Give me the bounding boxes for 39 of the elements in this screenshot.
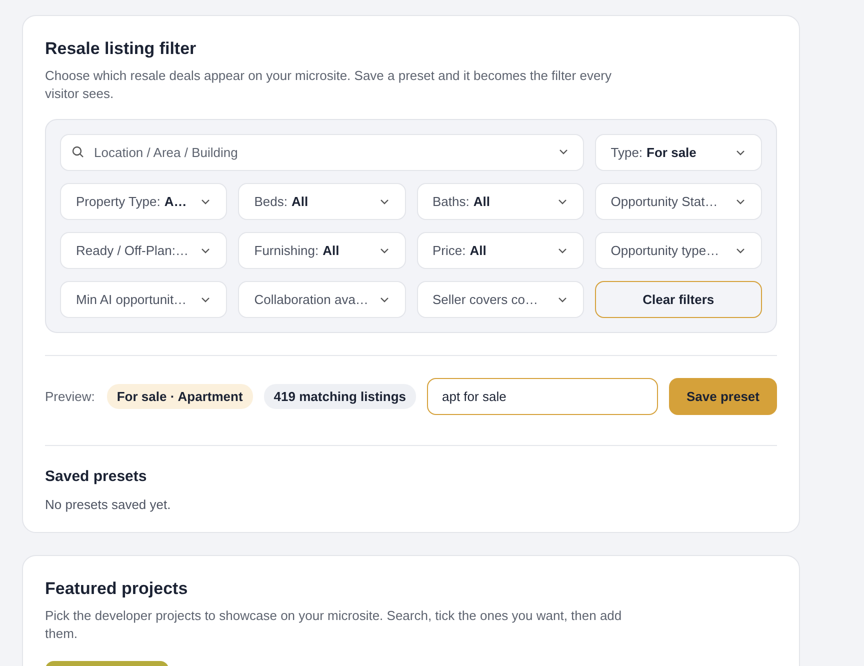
filter-dropdown[interactable]: Property Type: A… — [60, 183, 228, 220]
filter-dropdown[interactable]: Ready / Off-Plan:… — [60, 232, 228, 269]
chevron-down-icon — [558, 149, 568, 155]
filter-dropdown[interactable]: Furnishing: All — [238, 232, 406, 269]
section-title: Resale listing filter — [45, 39, 198, 59]
filter-dropdown[interactable]: Type: For sale — [594, 134, 762, 171]
chevron-down-icon — [201, 296, 210, 302]
chevron-down-icon — [736, 248, 745, 254]
filter-dropdown[interactable]: Baths: All — [416, 183, 584, 220]
empty-state-text: No presets saved yet. — [45, 497, 172, 512]
chevron-down-icon — [201, 248, 210, 254]
filter-dropdown[interactable]: Opportunity Stat… — [594, 183, 762, 220]
preview-chip: For sale · Apartment — [106, 384, 253, 409]
filter-dropdown[interactable]: Beds: All — [238, 183, 406, 220]
preview-chip: 419 matching listings — [264, 384, 416, 409]
chevron-down-icon — [380, 296, 388, 302]
chevron-down-icon — [380, 248, 388, 254]
preset-name-input[interactable]: apt for sale — [427, 378, 658, 415]
chevron-down-icon — [558, 296, 567, 302]
chevron-down-icon — [201, 198, 210, 204]
chevron-down-icon — [558, 248, 567, 254]
clear-filters-button[interactable]: Clear filters — [594, 281, 762, 318]
chevron-down-icon — [558, 198, 567, 204]
chevron-down-icon — [380, 198, 388, 204]
filter-dropdown[interactable]: Opportunity type… — [594, 232, 762, 269]
saved-presets-title: Saved presets — [45, 468, 148, 485]
chevron-down-icon — [736, 198, 745, 204]
search-field[interactable]: Location / Area / Building — [60, 134, 584, 171]
filter-dropdown[interactable]: Collaboration ava… — [238, 281, 406, 318]
section-title: Featured projects — [45, 579, 189, 599]
filter-dropdown[interactable]: Price: All — [416, 232, 584, 269]
section-description: Pick the developer projects to showcase on your microsite. Search, tick the ones you want, then add them. — [45, 607, 623, 643]
chevron-down-icon — [736, 150, 745, 156]
filter-dropdown[interactable]: Min AI opportunit… — [60, 281, 228, 318]
save-preset-button[interactable]: Save preset — [669, 378, 777, 415]
preview-label: Preview: — [45, 389, 95, 404]
search-icon — [72, 146, 84, 158]
section-description: Choose which resale deals appear on your microsite. Save a preset and it becomes the filter every visitor sees. — [45, 67, 613, 103]
filter-dropdown[interactable]: Seller covers co… — [416, 281, 584, 318]
